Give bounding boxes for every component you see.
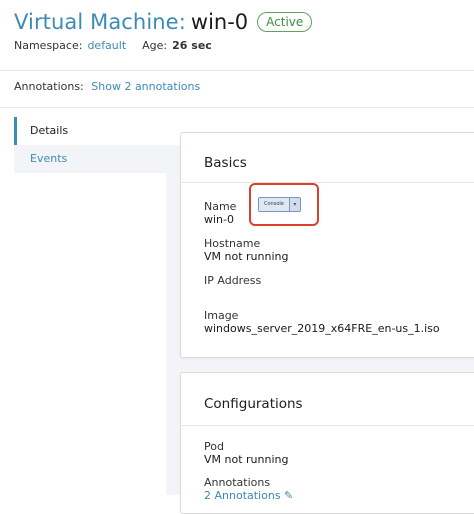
show-annotations-link[interactable]: Show 2 annotations	[91, 80, 200, 93]
annotations-divider	[0, 107, 474, 108]
vm-meta: Namespace: default Age: 26 sec	[14, 39, 212, 52]
tab-events[interactable]: Events	[14, 145, 166, 173]
image-label: Image	[204, 309, 239, 322]
side-tabs: Details Events	[14, 117, 166, 173]
vm-name: win-0	[190, 10, 249, 34]
pod-label: Pod	[204, 440, 224, 453]
annotations-label: Annotations:	[14, 80, 84, 93]
header-divider	[0, 70, 474, 71]
status-badge: Active	[257, 12, 313, 32]
ip-address-label: IP Address	[204, 274, 262, 287]
configurations-divider	[181, 425, 474, 426]
pod-value: VM not running	[204, 453, 289, 466]
config-annotations-label: Annotations	[204, 476, 271, 489]
annotations-row: Annotations: Show 2 annotations	[14, 80, 200, 93]
basics-card: Basics Name win-0 Hostname VM not runnin…	[180, 132, 474, 358]
hostname-label: Hostname	[204, 237, 261, 250]
config-annotations-link[interactable]: 2 Annotations ✎	[204, 489, 293, 502]
age-label: Age:	[142, 39, 168, 52]
tab-details[interactable]: Details	[14, 117, 166, 145]
title-prefix: Virtual Machine:	[14, 10, 186, 34]
hostname-value: VM not running	[204, 250, 289, 263]
console-button[interactable]: Console	[259, 198, 289, 211]
image-value: windows_server_2019_x64FRE_en-us_1.iso	[204, 322, 440, 335]
age-value: 26 sec	[172, 39, 212, 52]
basics-divider	[181, 182, 474, 183]
console-button-group: Console ▾	[258, 197, 301, 212]
page-header: Virtual Machine: win-0 Active Namespace:…	[0, 0, 474, 70]
namespace-link[interactable]: default	[87, 39, 126, 52]
page-title: Virtual Machine: win-0 Active	[14, 10, 313, 34]
configurations-card: Configurations Pod VM not running Annota…	[180, 372, 474, 514]
name-value: win-0	[204, 213, 234, 226]
chevron-down-icon[interactable]: ▾	[288, 198, 300, 211]
configurations-title: Configurations	[204, 396, 303, 412]
basics-title: Basics	[204, 155, 247, 171]
name-label: Name	[204, 200, 237, 213]
namespace-label: Namespace:	[14, 39, 83, 52]
